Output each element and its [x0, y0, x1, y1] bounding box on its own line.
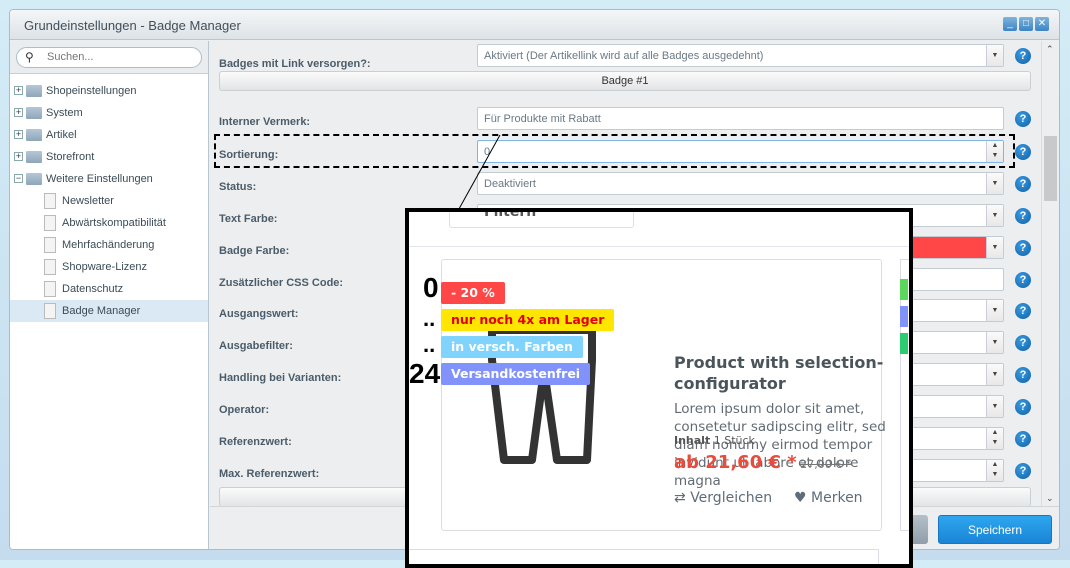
badge-preview: Filtern Product with selection-configura… — [405, 208, 913, 568]
sort-number: .. — [423, 306, 436, 331]
content-value: 1 Stück — [713, 434, 755, 447]
sort-number: 24 — [409, 358, 441, 389]
filter-button[interactable]: Filtern — [449, 212, 634, 228]
content-label: Inhalt — [674, 434, 711, 447]
preview-badge: nur noch 4x am Lager — [441, 309, 615, 331]
heart-icon: ♥ — [794, 490, 807, 506]
product-title[interactable]: Product with selection-configurator — [674, 352, 894, 394]
compare-link[interactable]: ⇄ Vergleichen — [674, 490, 772, 506]
product-price: ab 21,60 € * — [674, 452, 797, 473]
sort-number: .. — [423, 332, 436, 357]
preview-badge: in versch. Farben — [441, 336, 583, 358]
sort-number: 0 — [423, 272, 439, 303]
wishlist-link[interactable]: ♥ Merken — [794, 490, 863, 506]
product-card[interactable]: Product with selection-configurator Lore… — [441, 259, 886, 531]
preview-badge: Versandkostenfrei — [441, 363, 591, 385]
compare-icon: ⇄ — [674, 490, 686, 506]
preview-badge: - 20 % — [441, 282, 505, 304]
old-price: 27,00 € * — [800, 458, 852, 471]
